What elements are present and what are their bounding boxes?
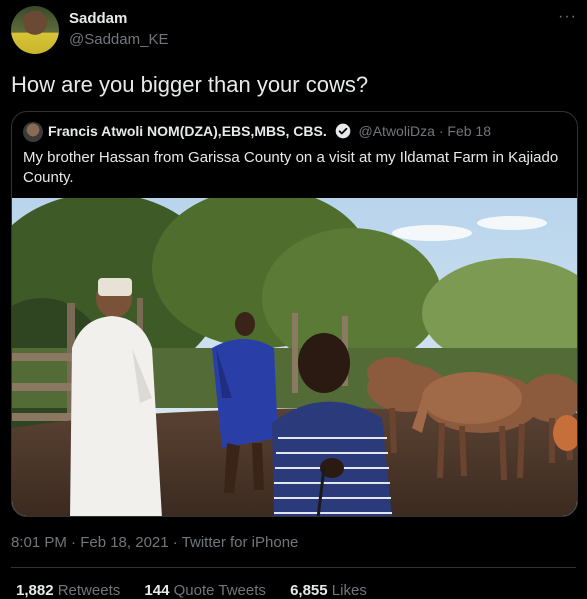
farm-photo-illustration	[12, 198, 577, 516]
quoted-author-name[interactable]: Francis Atwoli NOM(DZA),EBS,MBS, CBS.	[48, 123, 327, 139]
retweets-count: 1,882	[16, 582, 54, 599]
likes-count: 6,855	[290, 582, 328, 599]
retweets-stat[interactable]: 1,882 Retweets	[16, 582, 144, 599]
author-avatar[interactable]	[11, 6, 59, 54]
quoted-tweet-header: Francis Atwoli NOM(DZA),EBS,MBS, CBS. @A…	[48, 123, 491, 139]
tweet-photo[interactable]	[12, 198, 577, 516]
quoted-author-handle[interactable]: @AtwoliDza	[359, 123, 435, 139]
quote-tweets-stat[interactable]: 144 Quote Tweets	[144, 582, 290, 599]
likes-label: Likes	[331, 582, 367, 599]
quoted-date[interactable]: Feb 18	[447, 123, 491, 139]
tweet-timestamp[interactable]: 8:01 PM · Feb 18, 2021 · Twitter for iPh…	[11, 534, 298, 551]
separator-dot: ·	[438, 123, 444, 139]
quote-tweets-label: Quote Tweets	[173, 582, 266, 599]
likes-stat[interactable]: 6,855 Likes	[290, 582, 387, 599]
quote-tweets-count: 144	[144, 582, 170, 599]
engagement-stats: 1,882 Retweets 144 Quote Tweets 6,855 Li…	[16, 582, 387, 599]
tweet-text: How are you bigger than your cows?	[11, 72, 369, 97]
author-name[interactable]: Saddam	[69, 10, 127, 27]
quoted-tweet[interactable]: Francis Atwoli NOM(DZA),EBS,MBS, CBS. @A…	[11, 111, 578, 517]
verified-badge-icon	[335, 123, 350, 139]
author-handle[interactable]: @Saddam_KE	[69, 31, 168, 48]
retweets-label: Retweets	[57, 582, 121, 599]
divider	[11, 567, 576, 568]
more-options-icon[interactable]: ···	[558, 8, 577, 26]
quoted-author-avatar[interactable]	[23, 122, 43, 142]
quoted-tweet-text: My brother Hassan from Garissa County on…	[23, 149, 559, 186]
